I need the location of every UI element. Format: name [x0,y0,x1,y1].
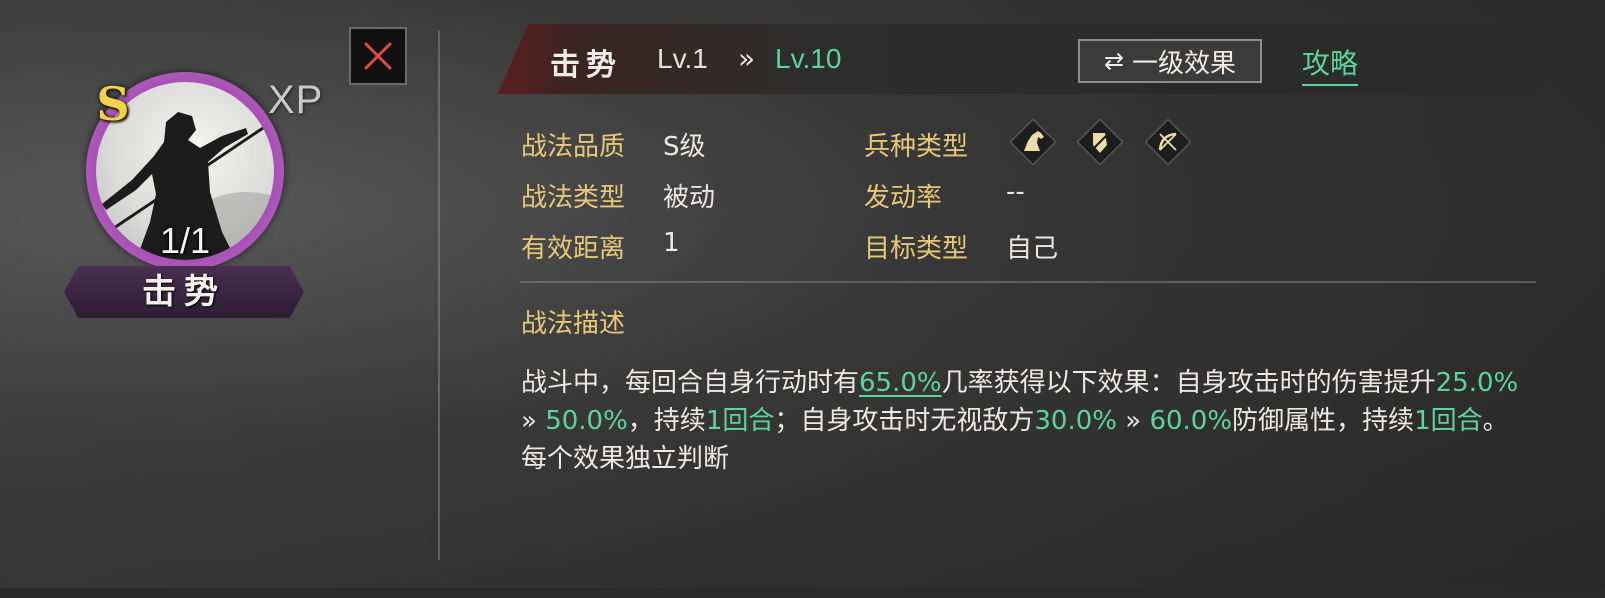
troop-type-label: 兵种类型 [864,132,969,162]
desc-chance[interactable]: 65.0% [859,368,942,398]
desc-arrow: » [521,406,537,436]
desc-text: 战斗中，每回合自身行动时有 [521,368,860,398]
range-label: 有效距离 [521,234,626,264]
header-bar [498,24,1538,94]
section-divider [520,281,1536,283]
level-arrow: » [738,42,756,75]
desc-arrow: » [1125,406,1142,436]
type-value: 被动 [663,183,716,213]
rate-label: 发动率 [864,183,943,213]
desc-text: 防御属性，持续 [1232,406,1415,436]
effect-toggle-label: 一级效果 [1132,48,1237,79]
shield-icon [1077,119,1123,165]
desc-ignore-to: 60.0% [1149,406,1233,436]
level-to: Lv.10 [775,43,842,74]
description-title: 战法描述 [521,309,626,339]
range-value: 1 [663,228,680,258]
desc-duration: 1回合 [705,406,775,436]
rate-value: -- [1006,177,1025,207]
skill-title: 击势 [550,48,622,83]
desc-damage-to: 50.0% [545,406,628,436]
desc-text: ，持续 [627,406,706,436]
bow-icon [1145,119,1191,165]
quality-value: S级 [663,132,706,162]
level-from: Lv.1 [657,43,708,74]
grade-badge: S [96,77,130,131]
bottom-strip [0,588,1605,598]
type-label: 战法类型 [521,183,626,213]
panel-divider [438,30,440,560]
target-value: 自己 [1006,234,1059,264]
cavalry-icon [1010,119,1056,165]
skill-description: 战斗中，每回合自身行动时有65.0%几率获得以下效果：自身攻击时的伤害提升25.… [521,364,1531,478]
quality-label: 战法品质 [521,132,626,162]
desc-damage-from: 25.0% [1435,368,1519,398]
xp-label: XP [268,78,324,122]
target-label: 目标类型 [864,234,969,264]
close-icon [364,42,392,70]
usage-count: 1/1 [159,220,211,261]
desc-duration: 1回合 [1414,406,1483,436]
close-button[interactable] [349,27,407,85]
swap-icon: ⇄ [1103,47,1125,75]
guide-link[interactable]: 攻略 [1302,42,1359,86]
card-skill-name: 击势 [142,272,226,312]
effect-level-toggle-button[interactable]: ⇄ 一级效果 [1078,39,1262,83]
desc-ignore-from: 30.0% [1034,406,1117,436]
desc-text: ；自身攻击时无视敌方 [774,406,1035,436]
desc-text: 几率获得以下效果：自身攻击时的伤害提升 [941,368,1436,398]
